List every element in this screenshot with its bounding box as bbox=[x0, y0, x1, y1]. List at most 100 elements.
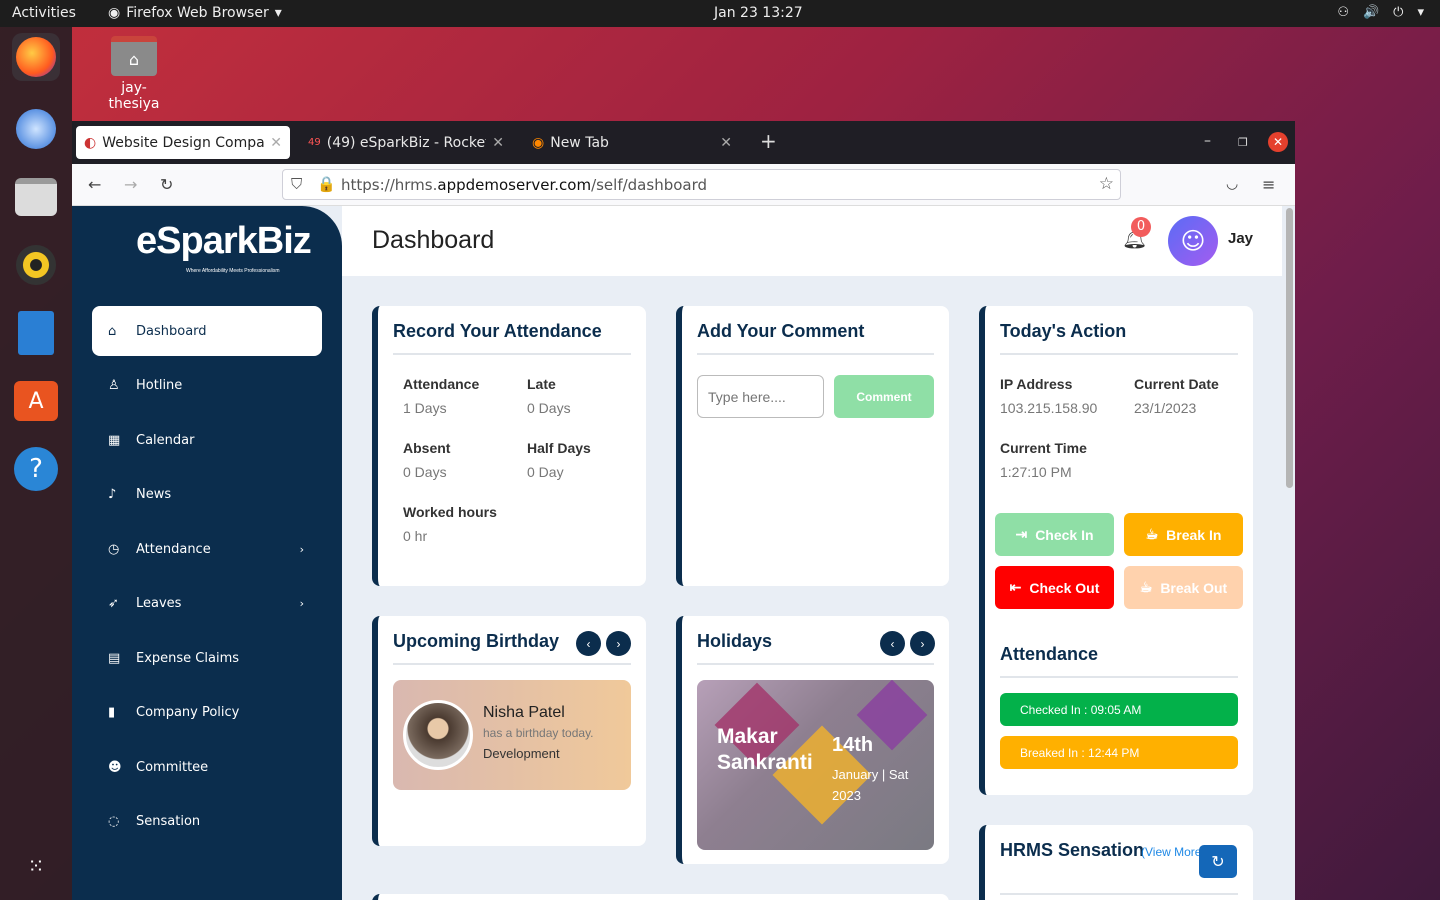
app-menu[interactable]: ◉ Firefox Web Browser ▾ bbox=[108, 5, 282, 21]
divider bbox=[1000, 676, 1238, 678]
minimize-button[interactable]: – bbox=[1204, 133, 1211, 149]
close-icon[interactable]: ✕ bbox=[270, 135, 282, 151]
sidebar-item-calendar[interactable]: ▦ Calendar bbox=[92, 415, 322, 465]
sidebar-item-sensation[interactable]: ◌ Sensation bbox=[92, 797, 322, 847]
hotline-icon: ♙ bbox=[108, 378, 120, 393]
login-icon: ⇥ bbox=[1015, 526, 1028, 542]
stat-label: IP Address bbox=[1000, 376, 1073, 392]
comment-button[interactable]: Comment bbox=[834, 375, 934, 418]
network-icon: ⚇ bbox=[1337, 5, 1349, 20]
sidebar-item-label: News bbox=[136, 487, 172, 502]
reload-icon[interactable]: ↻ bbox=[160, 175, 173, 194]
birthday-note: has a birthday today. bbox=[483, 726, 594, 740]
birthday-avatar bbox=[403, 700, 473, 770]
tab-rocket-chat[interactable]: 49 (49) eSparkBiz - Rocket.Ch ✕ bbox=[300, 126, 512, 159]
hrms-sensation-card: HRMS Sensation (View More) ↻ bbox=[979, 825, 1253, 900]
stat-value: 103.215.158.90 bbox=[1000, 400, 1098, 416]
holiday-name: Makar Sankranti bbox=[717, 725, 813, 774]
rhythmbox-dock-icon[interactable] bbox=[12, 241, 60, 289]
card-title: Add Your Comment bbox=[697, 321, 865, 341]
divider bbox=[697, 353, 934, 355]
firefox-dock-icon[interactable] bbox=[12, 33, 60, 81]
card-title: HRMS Sensation bbox=[1000, 840, 1145, 860]
current-time-stat: Current Time 1:27:10 PM bbox=[1000, 440, 1087, 480]
user-avatar[interactable]: ☺ bbox=[1168, 216, 1218, 266]
sidebar-menu: ⌂ Dashboard ♙ Hotline ▦ Calendar ♪ News ◷ Att… bbox=[92, 306, 322, 851]
card-title: Upcoming Birthday bbox=[393, 631, 560, 651]
sidebar-item-leaves[interactable]: ➶ Leaves › bbox=[92, 579, 322, 629]
page-scrollbar[interactable] bbox=[1286, 208, 1293, 488]
sidebar-item-news[interactable]: ♪ News bbox=[92, 470, 322, 520]
sidebar-item-label: Hotline bbox=[136, 378, 183, 393]
sidebar-item-expense-claims[interactable]: ▤ Expense Claims bbox=[92, 633, 322, 683]
stat-label: Attendance bbox=[403, 376, 480, 392]
folder-label: jay-thesiya bbox=[108, 80, 160, 112]
tab-new-tab[interactable]: ◉ New Tab ✕ bbox=[524, 126, 740, 159]
firefox-icon: ◉ bbox=[532, 134, 545, 151]
sidebar-item-attendance[interactable]: ◷ Attendance › bbox=[92, 524, 322, 574]
close-icon[interactable]: ✕ bbox=[720, 135, 732, 151]
user-name[interactable]: Jay bbox=[1228, 230, 1253, 247]
comment-input[interactable] bbox=[697, 375, 824, 418]
url-bar[interactable]: ⛉ 🔒 https://hrms. appdemoserver.com/self/… bbox=[282, 169, 1121, 200]
thunderbird-dock-icon[interactable] bbox=[12, 105, 60, 153]
app-grid-icon[interactable]: ⁙ bbox=[12, 842, 60, 890]
sidebar-item-dashboard[interactable]: ⌂ Dashboard bbox=[92, 306, 322, 356]
close-window-button[interactable]: ✕ bbox=[1268, 132, 1288, 152]
rocketchat-icon: 49 bbox=[308, 137, 321, 148]
birthday-department: Development bbox=[483, 746, 560, 761]
sidebar-item-label: Dashboard bbox=[136, 323, 207, 339]
sidebar-item-label: Attendance bbox=[136, 541, 211, 557]
home-icon: ⌂ bbox=[108, 323, 117, 339]
system-tray[interactable]: ⚇ 🔊 ⏻ ▾ bbox=[1337, 5, 1424, 20]
prev-arrow-icon[interactable]: ‹ bbox=[880, 631, 905, 656]
check-out-button[interactable]: ⇤ Check Out bbox=[995, 566, 1114, 609]
break-out-button[interactable]: ☕︎ Break Out bbox=[1124, 566, 1243, 609]
break-in-button[interactable]: ☕︎ Break In bbox=[1124, 513, 1243, 556]
tab-website-design[interactable]: ◐ Website Design Company ✕ bbox=[76, 126, 290, 159]
pocket-icon[interactable]: ◡ bbox=[1226, 176, 1238, 192]
menu-icon[interactable]: ≡ bbox=[1262, 175, 1275, 194]
writer-dock-icon[interactable] bbox=[12, 309, 60, 357]
document-icon: ▮ bbox=[108, 705, 116, 720]
esparkbiz-logo[interactable]: eSparkBiz Where Affordability Meets Profe… bbox=[136, 220, 312, 274]
desktop-folder[interactable]: ⌂ jay-thesiya bbox=[98, 36, 170, 112]
back-icon[interactable]: ← bbox=[88, 175, 101, 194]
check-in-button[interactable]: ⇥ Check In bbox=[995, 513, 1114, 556]
sidebar-item-label: Leaves bbox=[136, 596, 182, 611]
help-dock-icon[interactable]: ? bbox=[12, 445, 60, 493]
attendance-stat: Attendance 1 Days bbox=[403, 376, 479, 416]
chevron-down-icon: ▾ bbox=[1417, 5, 1424, 20]
bookmark-star-icon[interactable]: ☆ bbox=[1099, 174, 1114, 194]
activities-button[interactable]: Activities bbox=[12, 5, 76, 21]
restore-button[interactable]: ❐ bbox=[1238, 136, 1248, 149]
refresh-button[interactable]: ↻ bbox=[1199, 845, 1237, 878]
divider bbox=[393, 663, 631, 665]
tab-label: (49) eSparkBiz - Rocket.Ch bbox=[326, 134, 487, 151]
close-icon[interactable]: ✕ bbox=[492, 135, 504, 151]
sidebar-item-company-policy[interactable]: ▮ Company Policy bbox=[92, 688, 322, 738]
clock[interactable]: Jan 23 13:27 bbox=[714, 5, 803, 21]
volume-icon: 🔊 bbox=[1362, 5, 1380, 20]
prev-arrow-icon[interactable]: ‹ bbox=[576, 631, 601, 656]
stat-value: 0 Days bbox=[403, 464, 447, 480]
software-dock-icon[interactable]: A bbox=[12, 377, 60, 425]
next-arrow-icon[interactable]: › bbox=[606, 631, 631, 656]
view-more-link[interactable]: (View More) bbox=[1141, 845, 1205, 859]
sidebar-item-hotline[interactable]: ♙ Hotline bbox=[92, 361, 322, 411]
firefox-window: ◐ Website Design Company ✕ 49 (49) eSparkBi… bbox=[72, 121, 1295, 900]
stat-value: 1 Days bbox=[403, 400, 447, 416]
worked-hours-stat: Worked hours 0 hr bbox=[403, 504, 497, 544]
next-arrow-icon[interactable]: › bbox=[910, 631, 935, 656]
chat-icon: ◌ bbox=[108, 814, 120, 829]
sidebar-item-committee[interactable]: ☻ Committee bbox=[92, 742, 322, 792]
new-tab-button[interactable]: + bbox=[760, 129, 777, 153]
tab-label: Website Design Company bbox=[102, 134, 265, 151]
shield-icon: ⛉ bbox=[291, 175, 303, 193]
power-icon: ⏻ bbox=[1393, 5, 1404, 20]
half-days-stat: Half Days 0 Day bbox=[527, 440, 591, 480]
files-dock-icon[interactable] bbox=[12, 173, 60, 221]
checked-in-status: Checked In : 09:05 AM bbox=[1000, 693, 1238, 726]
ip-address-stat: IP Address 103.215.158.90 bbox=[1000, 376, 1097, 416]
forward-icon[interactable]: → bbox=[124, 175, 137, 194]
